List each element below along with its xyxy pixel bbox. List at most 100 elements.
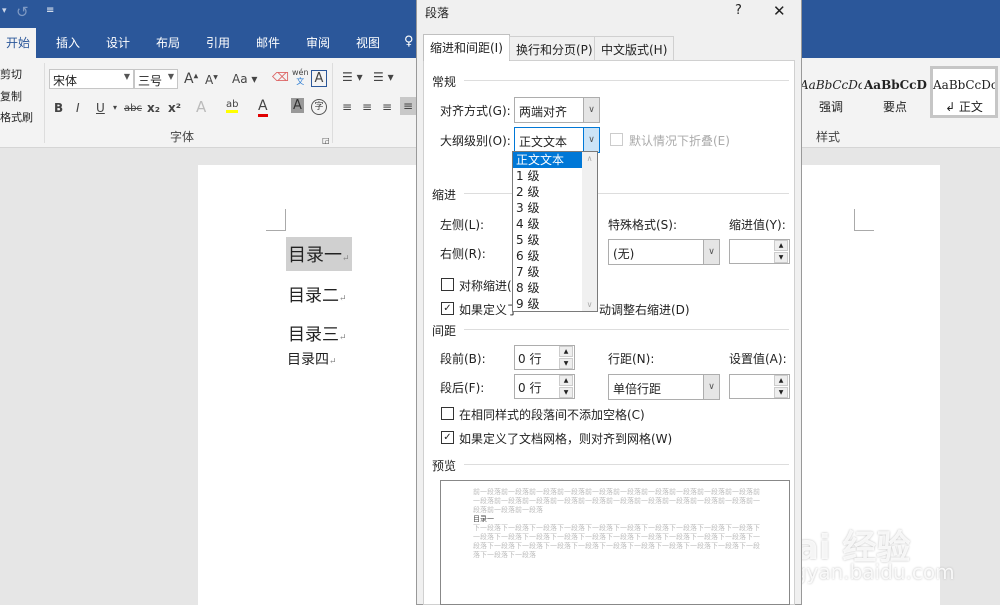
- highlight-icon[interactable]: ab: [226, 99, 239, 113]
- document-line[interactable]: 目录一↵: [286, 237, 352, 271]
- indent-by-label: 缩进值(Y):: [729, 218, 786, 232]
- document-line[interactable]: 目录三↵: [288, 320, 347, 345]
- underline-button[interactable]: U: [96, 101, 105, 115]
- phonetic-guide-button[interactable]: wén 文: [292, 68, 309, 86]
- outline-option[interactable]: 6 级: [513, 248, 583, 264]
- clear-formatting-icon[interactable]: ⌫: [272, 70, 289, 84]
- tab-mailings[interactable]: 邮件: [256, 34, 280, 51]
- spin-down-icon[interactable]: ▼: [774, 252, 788, 263]
- spin-down-icon[interactable]: ▼: [559, 358, 573, 369]
- tab-view[interactable]: 视图: [356, 34, 380, 51]
- outline-option[interactable]: 7 级: [513, 264, 583, 280]
- preview-before: 前一段落前一段落前一段落前一段落前一段落前一段落前一段落前一段落前一段落前一段落…: [473, 488, 760, 514]
- spin-down-icon[interactable]: ▼: [559, 387, 573, 398]
- grow-font-icon[interactable]: A▲: [184, 71, 198, 87]
- spin-up-icon[interactable]: ▲: [559, 346, 573, 357]
- scroll-up-icon[interactable]: ∧: [582, 154, 597, 163]
- styles-group-label: 样式: [816, 130, 841, 144]
- italic-button[interactable]: I: [76, 101, 80, 115]
- font-size-value: 三号: [138, 74, 163, 88]
- alignment-select[interactable]: 两端对齐 ∨: [514, 97, 600, 123]
- tab-design[interactable]: 设计: [106, 34, 130, 51]
- justify-icon[interactable]: ≡: [400, 97, 417, 115]
- paragraph-dialog: 段落 ? ✕ 常规 对齐方式(G): 两端对齐 ∨ 大纲级别(O): 正文文本 ∨ …: [416, 0, 802, 605]
- copy-button[interactable]: 复制: [0, 88, 22, 104]
- outline-level-select[interactable]: 正文文本 ∨: [514, 127, 600, 153]
- space-after-spinner[interactable]: 0 行 ▲ ▼: [514, 374, 575, 399]
- style-normal[interactable]: AaBbCcDc ↲ 正文: [930, 66, 998, 118]
- style-preview: AaBbCcD: [864, 78, 927, 92]
- indent-by-spinner[interactable]: ▲ ▼: [729, 239, 790, 264]
- character-border-icon[interactable]: A: [311, 70, 327, 87]
- style-emphasis[interactable]: AaBbCcDc 强调: [800, 66, 862, 118]
- enclose-characters-icon[interactable]: 字: [311, 99, 327, 115]
- dropdown-scrollbar[interactable]: ∧ ∨: [582, 152, 597, 311]
- redo-icon[interactable]: ↺: [16, 3, 29, 21]
- line-spacing-select[interactable]: 单倍行距 ∨: [608, 374, 720, 400]
- customize-toolbar-icon[interactable]: ≡: [46, 5, 54, 16]
- superscript-button[interactable]: x²: [168, 101, 181, 115]
- auto-adjust-checkbox[interactable]: ✓: [441, 302, 454, 315]
- tab-references[interactable]: 引用: [206, 34, 230, 51]
- font-name-select[interactable]: 宋体 ▼: [49, 69, 134, 89]
- outline-level-label: 大纲级别(O):: [440, 134, 511, 148]
- strikethrough-button[interactable]: abc: [124, 103, 142, 114]
- outline-option[interactable]: 正文文本: [513, 152, 583, 168]
- no-space-checkbox[interactable]: [441, 407, 454, 420]
- scroll-down-icon[interactable]: ∨: [582, 300, 597, 309]
- outline-option[interactable]: 5 级: [513, 232, 583, 248]
- align-right-icon[interactable]: ≡: [382, 100, 392, 114]
- bullets-icon[interactable]: ☰ ▾: [342, 70, 363, 84]
- shrink-font-icon[interactable]: A▼: [205, 73, 218, 87]
- help-button[interactable]: ?: [735, 3, 742, 18]
- character-shading-icon[interactable]: A: [291, 98, 304, 113]
- tab-indents-spacing[interactable]: 缩进和间距(I): [423, 34, 510, 61]
- tab-asian-typography[interactable]: 中文版式(H): [594, 36, 675, 60]
- numbering-icon[interactable]: ☰ ▾: [373, 70, 394, 84]
- subscript-button[interactable]: x₂: [147, 101, 160, 115]
- spin-up-icon[interactable]: ▲: [774, 240, 788, 251]
- chevron-down-icon[interactable]: ▾: [113, 103, 117, 112]
- spin-up-icon[interactable]: ▲: [774, 375, 788, 386]
- tab-layout[interactable]: 布局: [156, 34, 180, 51]
- tab-home[interactable]: 开始: [0, 28, 37, 58]
- collapse-label: 默认情况下折叠(E): [629, 134, 730, 148]
- at-spinner[interactable]: ▲ ▼: [729, 374, 790, 399]
- preview-box: 前一段落前一段落前一段落前一段落前一段落前一段落前一段落前一段落前一段落前一段落…: [440, 480, 790, 605]
- outline-option[interactable]: 1 级: [513, 168, 583, 184]
- style-strong[interactable]: AaBbCcD 要点: [864, 66, 927, 118]
- collapse-checkbox[interactable]: [610, 133, 623, 146]
- outline-option[interactable]: 9 级: [513, 296, 583, 312]
- spin-up-icon[interactable]: ▲: [559, 375, 573, 386]
- dialog-title: 段落: [425, 6, 450, 20]
- cut-button[interactable]: 剪切: [0, 66, 22, 82]
- text-effects-icon[interactable]: A: [196, 98, 206, 116]
- font-color-icon[interactable]: A: [258, 98, 268, 117]
- mirror-indent-checkbox[interactable]: [441, 278, 454, 291]
- lightbulb-icon[interactable]: ♀: [404, 34, 414, 49]
- close-button[interactable]: ✕: [773, 2, 786, 20]
- document-line[interactable]: 目录二↵: [288, 281, 347, 306]
- format-painter-button[interactable]: 格式刷: [0, 109, 33, 125]
- document-line[interactable]: 目录四↵: [287, 349, 337, 369]
- tab-line-page-breaks[interactable]: 换行和分页(P): [509, 36, 600, 60]
- snap-grid-checkbox[interactable]: ✓: [441, 431, 454, 444]
- space-before-spinner[interactable]: 0 行 ▲ ▼: [514, 345, 575, 370]
- font-dialog-launcher-icon[interactable]: ◲: [322, 136, 330, 145]
- tab-insert[interactable]: 插入: [56, 34, 80, 51]
- outline-option[interactable]: 4 级: [513, 216, 583, 232]
- special-format-select[interactable]: (无) ∨: [608, 239, 720, 265]
- outline-option[interactable]: 8 级: [513, 280, 583, 296]
- undo-dropdown-icon[interactable]: ▾: [2, 6, 7, 16]
- align-center-icon[interactable]: ≡: [362, 100, 372, 114]
- spin-down-icon[interactable]: ▼: [774, 387, 788, 398]
- change-case-button[interactable]: Aa ▾: [232, 72, 257, 86]
- align-left-icon[interactable]: ≡: [342, 100, 352, 114]
- font-size-select[interactable]: 三号 ▼: [134, 69, 178, 89]
- phonetic-bottom: 文: [296, 77, 305, 86]
- outline-option[interactable]: 2 级: [513, 184, 583, 200]
- bold-button[interactable]: B: [54, 101, 63, 115]
- no-space-label: 在相同样式的段落间不添加空格(C): [459, 408, 645, 422]
- outline-option[interactable]: 3 级: [513, 200, 583, 216]
- tab-review[interactable]: 审阅: [306, 34, 330, 51]
